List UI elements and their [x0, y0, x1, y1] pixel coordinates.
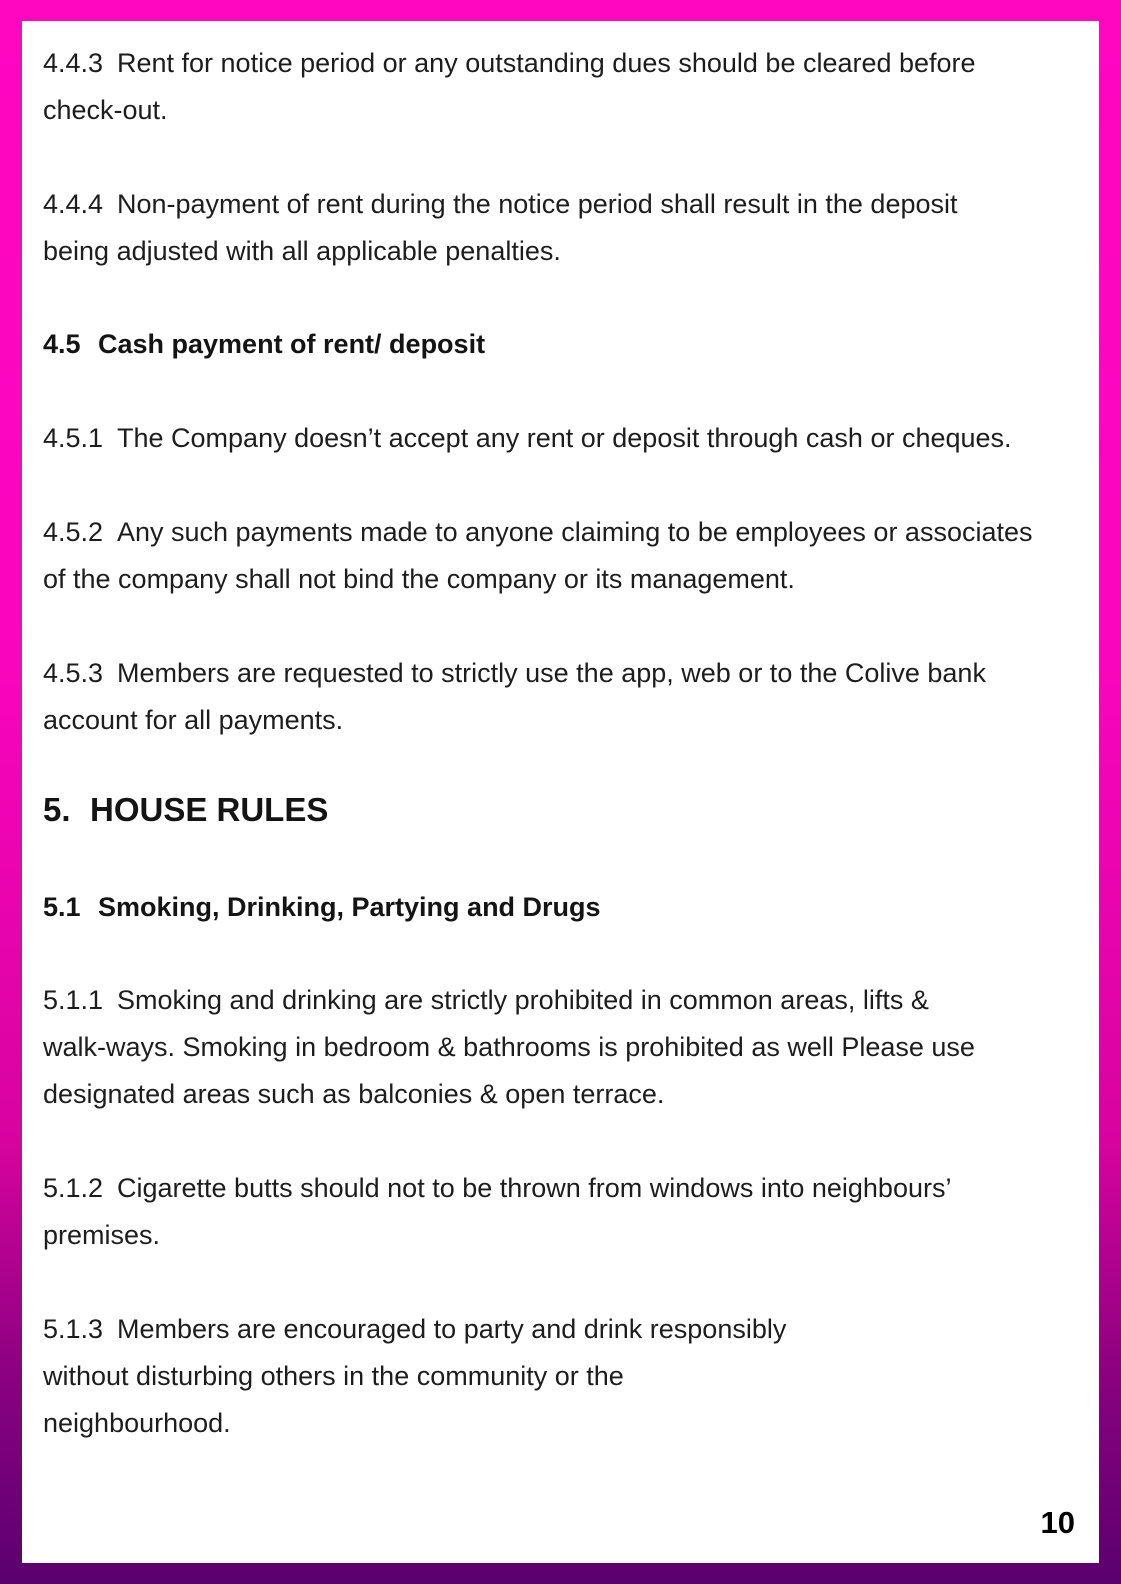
paragraph-line: 4.5.3 Members are requested to strictly u…	[43, 650, 1075, 697]
paragraph-number: 4.5.2	[43, 517, 104, 547]
paragraph-line: 4.5.2 Any such payments made to anyone cl…	[43, 509, 1075, 556]
paragraph-line: 4.5.1 The Company doesn’t accept any rent…	[43, 415, 1075, 462]
paragraph-text: The Company doesn’t accept any rent or d…	[117, 423, 1012, 453]
paragraph-text: Members are requested to strictly use th…	[117, 658, 986, 688]
paragraph-line: of the company shall not bind the compan…	[43, 564, 795, 594]
paragraph-text: Non-payment of rent during the notice pe…	[117, 189, 958, 219]
paragraph-4-5-3: 4.5.3 Members are requested to strictly u…	[43, 650, 1075, 744]
paragraph-text: Rent for notice period or any outstandin…	[117, 48, 976, 78]
paragraph-4-5-2: 4.5.2 Any such payments made to anyone cl…	[43, 509, 1075, 603]
paragraph-line: 4.4.4 Non-payment of rent during the noti…	[43, 181, 1075, 228]
paragraph-line: 5.1.3 Members are encouraged to party and…	[43, 1306, 1075, 1353]
paragraph-number: 4.4.4	[43, 189, 104, 219]
paragraph-5-1-1: 5.1.1 Smoking and drinking are strictly p…	[43, 977, 1075, 1118]
paragraph-text: Any such payments made to anyone claimin…	[117, 517, 1033, 547]
heading-title: HOUSE RULES	[90, 791, 329, 828]
paragraph-line: 5.1.2 Cigarette butts should not to be th…	[43, 1165, 1075, 1212]
subsection-heading-4-5: 4.5 Cash payment of rent/ deposit	[43, 324, 485, 364]
paragraph-5-1-2: 5.1.2 Cigarette butts should not to be th…	[43, 1165, 1075, 1259]
paragraph-line: neighbourhood.	[43, 1408, 231, 1438]
paragraph-text: Members are encouraged to party and drin…	[117, 1314, 787, 1344]
heading-number: 5.	[43, 791, 71, 828]
heading-title: Cash payment of rent/ deposit	[98, 329, 486, 359]
subsection-heading-5-1: 5.1 Smoking, Drinking, Partying and Drugs	[43, 887, 601, 927]
paragraph-line: without disturbing others in the communi…	[43, 1361, 624, 1391]
paragraph-4-4-3: 4.4.3 Rent for notice period or any outst…	[43, 40, 1075, 134]
paragraph-number: 5.1.3	[43, 1314, 104, 1344]
paragraph-number: 5.1.2	[43, 1173, 104, 1203]
paragraph-4-5-1: 4.5.1 The Company doesn’t accept any rent…	[43, 415, 1075, 462]
paragraph-line: walk-ways. Smoking in bedroom & bathroom…	[43, 1032, 975, 1062]
paragraph-number: 4.5.1	[43, 423, 104, 453]
paragraph-4-4-4: 4.4.4 Non-payment of rent during the noti…	[43, 181, 1075, 275]
paragraph-line: being adjusted with all applicable penal…	[43, 236, 561, 266]
heading-number: 4.5	[43, 329, 81, 359]
paragraph-number: 4.5.3	[43, 658, 104, 688]
paragraph-text: Smoking and drinking are strictly prohib…	[117, 985, 929, 1015]
paragraph-5-1-3: 5.1.3 Members are encouraged to party and…	[43, 1306, 1075, 1447]
document-page: 4.4.3 Rent for notice period or any outst…	[22, 21, 1099, 1563]
section-heading-5: 5. HOUSE RULES	[43, 788, 328, 832]
paragraph-number: 4.4.3	[43, 48, 104, 78]
paragraph-line: account for all payments.	[43, 705, 344, 735]
paragraph-number: 5.1.1	[43, 985, 104, 1015]
page-border-frame: 4.4.3 Rent for notice period or any outst…	[0, 0, 1121, 1584]
paragraph-line: premises.	[43, 1220, 161, 1250]
paragraph-line: check-out.	[43, 95, 168, 125]
paragraph-text: Cigarette butts should not to be thrown …	[117, 1173, 952, 1203]
heading-title: Smoking, Drinking, Partying and Drugs	[98, 892, 601, 922]
paragraph-line: designated areas such as balconies & ope…	[43, 1079, 665, 1109]
paragraph-line: 5.1.1 Smoking and drinking are strictly p…	[43, 977, 1075, 1024]
heading-number: 5.1	[43, 892, 81, 922]
page-number: 10	[1040, 1505, 1075, 1540]
paragraph-line: 4.4.3 Rent for notice period or any outst…	[43, 40, 1075, 87]
